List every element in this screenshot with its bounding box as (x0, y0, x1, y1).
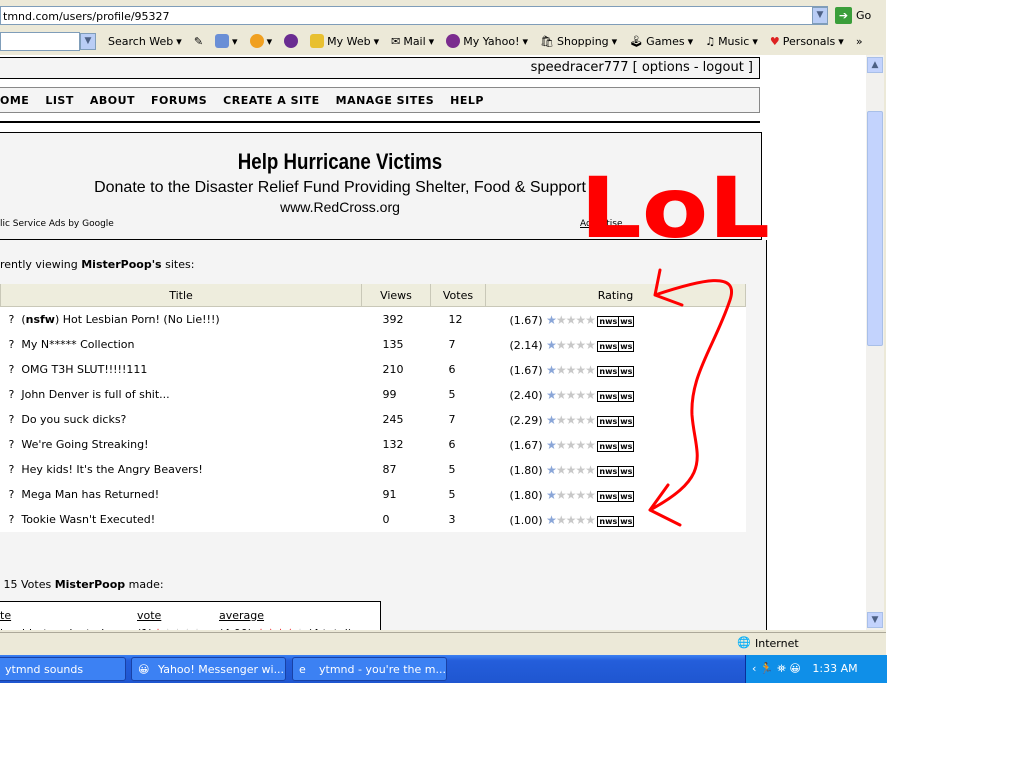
browser-window: tmnd.com/users/profile/95327 ▼ ➔ Go ▼ Sea… (0, 0, 887, 683)
clock[interactable]: 1:33 AM (812, 662, 857, 675)
shopping-bag-icon: 🛍 (540, 34, 554, 48)
scroll-down-button[interactable]: ▼ (867, 612, 883, 628)
security-zone: Internet (755, 637, 799, 650)
status-bar: 🌐 Internet (0, 632, 886, 654)
task-ytmnd-browser[interactable]: e ytmnd - you're the m... (292, 657, 447, 681)
address-dropdown[interactable]: ▼ (812, 7, 828, 24)
toolbar-shopping[interactable]: 🛍 Shopping ▾ (540, 35, 617, 48)
go-button[interactable]: ➔ Go (835, 7, 871, 24)
music-icon: ♫ (705, 34, 716, 48)
search-dropdown[interactable]: ▼ (80, 32, 96, 50)
vertical-scrollbar[interactable]: ▲ ▼ (866, 55, 884, 630)
annotation-arrow (648, 268, 734, 527)
toolbar-more[interactable]: » (856, 35, 863, 48)
ie-icon: e (299, 663, 306, 676)
taskbar: ytmnd sounds 😀 Yahoo! Messenger wi... e yt… (0, 655, 887, 683)
scroll-thumb[interactable] (867, 111, 883, 346)
target-icon[interactable]: ▾ (249, 34, 272, 48)
aim-icon[interactable]: 🏃 (760, 662, 774, 675)
heart-icon: ♥ (769, 34, 780, 48)
system-tray: ‹ 🏃 ⛯ 😀 1:33 AM (745, 655, 887, 683)
launchcast-icon[interactable] (284, 34, 299, 48)
red-scribble-annotation: LoL (580, 159, 770, 527)
toolbar-search-input[interactable] (0, 31, 80, 51)
folder-icon (310, 34, 325, 48)
toolbar-games[interactable]: 🕹 Games ▾ (629, 35, 693, 48)
globe-icon: 🌐 (737, 636, 751, 649)
yahoo-toolbar: ▼ Search Web ▾ ✎ ▾ ▾ My Web ▾ ✉ Mail ▾ My… (0, 29, 886, 53)
go-label: Go (856, 9, 872, 22)
annotation-lol-text: LoL (580, 159, 770, 257)
toolbar-music[interactable]: ♫ Music ▾ (705, 35, 758, 48)
go-arrow-icon: ➔ (835, 7, 852, 24)
toolbar-my-yahoo[interactable]: My Yahoo! ▾ (446, 34, 528, 48)
toolbar-my-web[interactable]: My Web ▾ (310, 34, 379, 48)
joystick-icon: 🕹 (629, 34, 644, 48)
task-ytmnd-sounds[interactable]: ytmnd sounds (0, 657, 126, 681)
scroll-up-button[interactable]: ▲ (867, 57, 883, 73)
address-bar[interactable]: tmnd.com/users/profile/95327 (0, 6, 828, 25)
my-yahoo-icon (446, 34, 461, 48)
network-icon[interactable]: ⛯ (777, 662, 786, 675)
toolbar-mail[interactable]: ✉ Mail ▾ (391, 35, 434, 48)
yahoo-smiley-icon: 😀 (138, 663, 150, 676)
web-page: speedracer777 [ options - logout ] OME L… (0, 55, 866, 630)
pencil-icon[interactable]: ✎ (194, 35, 203, 48)
task-yahoo-messenger[interactable]: 😀 Yahoo! Messenger wi... (131, 657, 286, 681)
mail-icon: ✉ (391, 34, 401, 48)
tray-expand-icon[interactable]: ‹ (752, 662, 756, 675)
yahoo-messenger-tray-icon[interactable]: 😀 (789, 662, 800, 675)
search-web-button[interactable]: Search Web ▾ (108, 35, 182, 48)
toolbar-personals[interactable]: ♥ Personals ▾ (770, 35, 844, 48)
layout-icon[interactable]: ▾ (215, 34, 238, 48)
